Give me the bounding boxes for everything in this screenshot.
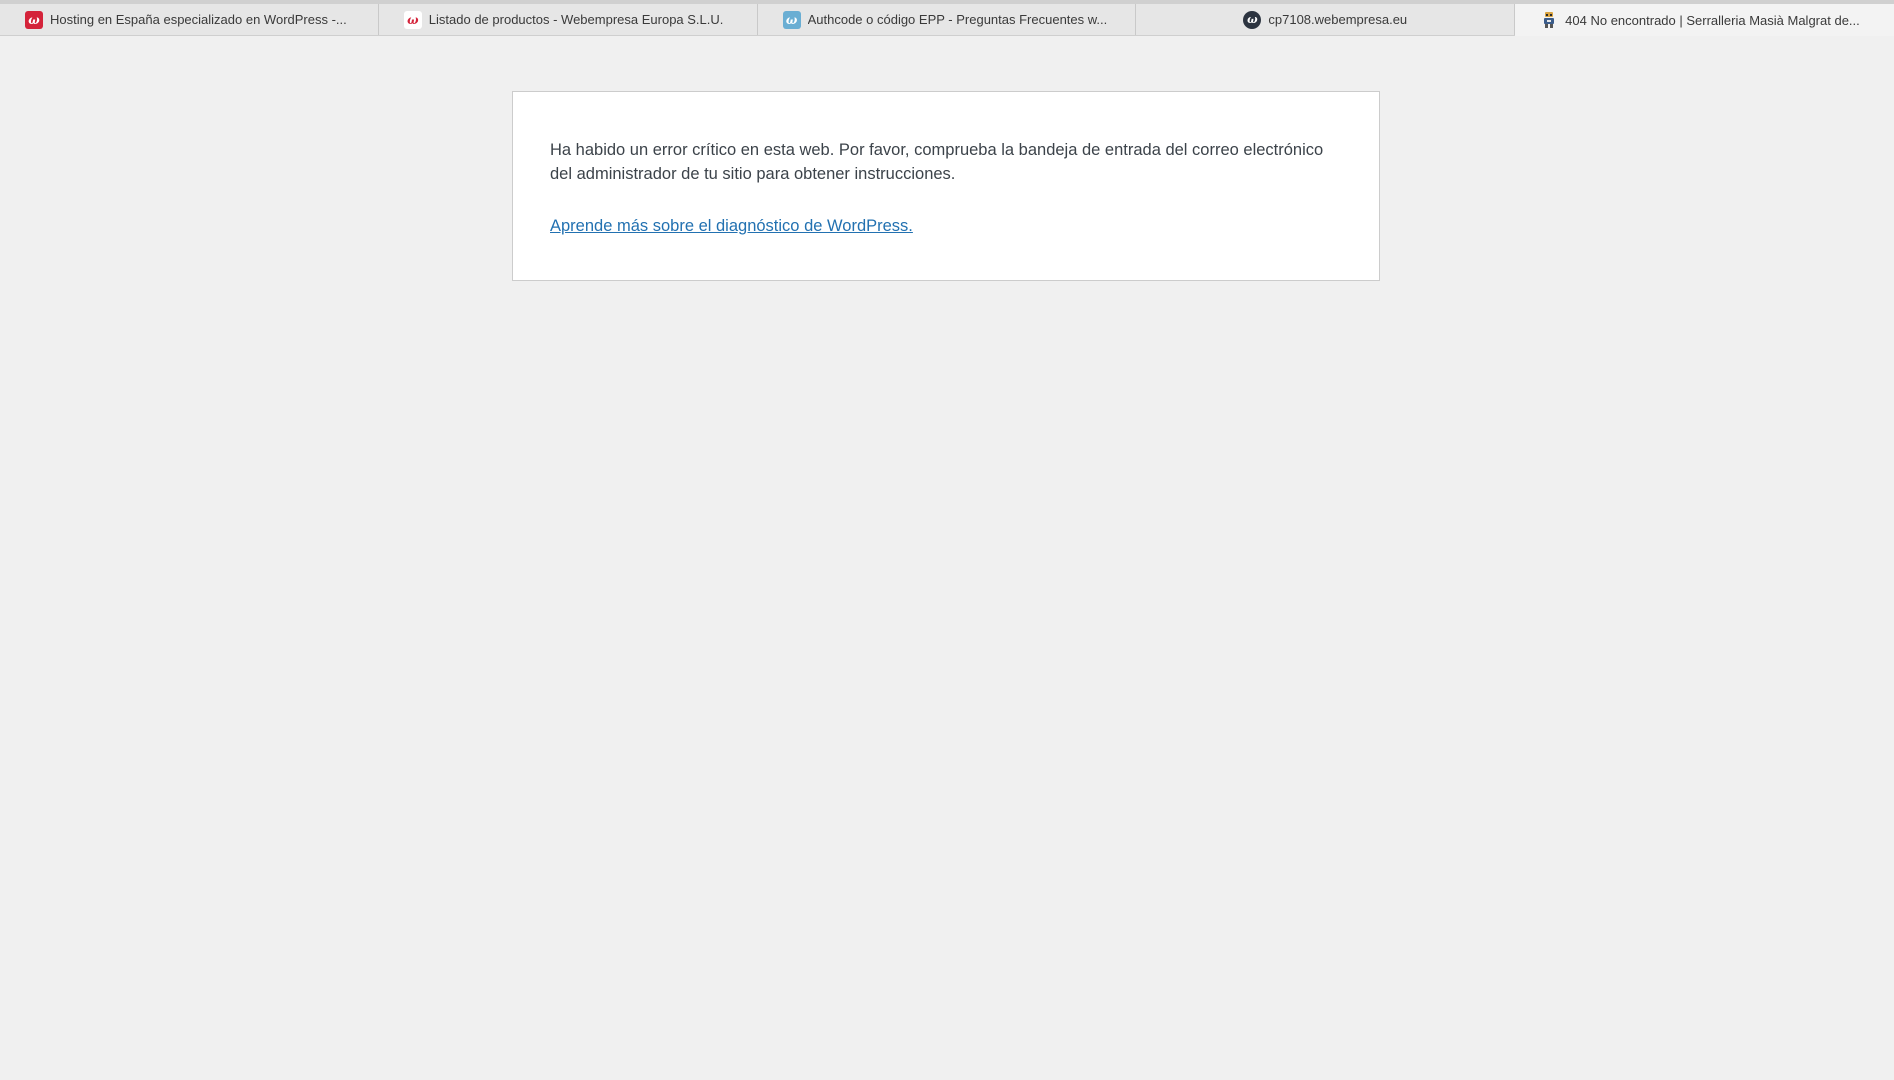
tab-authcode-epp[interactable]: ω Authcode o código EPP - Preguntas Frec… (758, 4, 1137, 35)
tab-hosting-espana[interactable]: ω Hosting en España especializado en Wor… (0, 4, 379, 35)
tab-404-serralleria[interactable]: 404 No encontrado | Serralleria Masià Ma… (1515, 4, 1894, 36)
webempresa-blue-icon: ω (782, 10, 801, 29)
tab-title: Authcode o código EPP - Preguntas Frecue… (807, 12, 1108, 27)
wordpress-diagnostics-link[interactable]: Aprende más sobre el diagnóstico de Word… (550, 214, 913, 238)
tab-cp7108[interactable]: ω cp7108.webempresa.eu (1136, 4, 1516, 35)
webempresa-dark-icon: ω (1243, 10, 1262, 29)
robot-icon (1540, 11, 1558, 29)
tab-title: Hosting en España especializado en WordP… (50, 12, 347, 27)
tab-title: 404 No encontrado | Serralleria Masià Ma… (1565, 12, 1860, 28)
tab-listado-productos[interactable]: ω Listado de productos - Webempresa Euro… (379, 4, 758, 35)
browser-tab-bar: ω Hosting en España especializado en Wor… (0, 0, 1894, 36)
error-message: Ha habido un error crítico en esta web. … (550, 141, 1324, 183)
tab-title: cp7108.webempresa.eu (1268, 12, 1408, 27)
wp-error-panel: Ha habido un error crítico en esta web. … (512, 91, 1380, 281)
webempresa-red-icon: ω (25, 10, 43, 29)
tab-title: Listado de productos - Webempresa Europa… (428, 12, 724, 27)
webempresa-white-icon: ω (403, 10, 422, 29)
